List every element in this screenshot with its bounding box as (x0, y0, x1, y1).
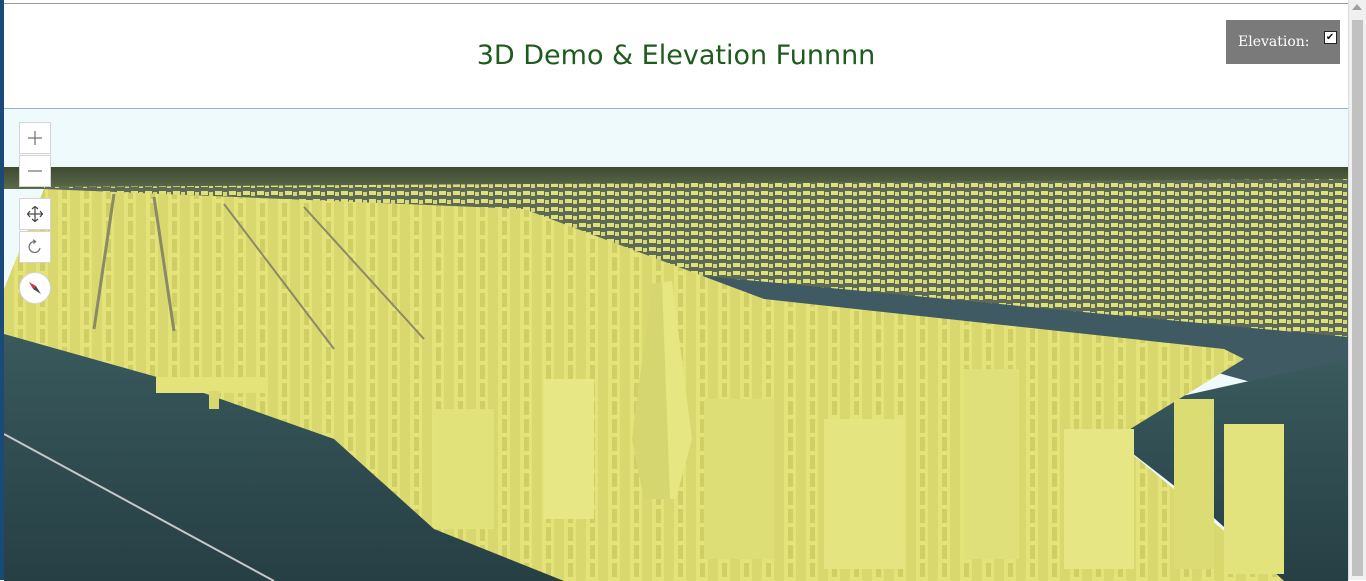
zoom-in-button[interactable] (19, 122, 51, 154)
plus-icon (28, 131, 42, 145)
page-scrollbar[interactable] (1348, 0, 1366, 580)
pan-button[interactable] (19, 198, 51, 230)
city-scene[interactable] (4, 109, 1348, 581)
page-header: 3D Demo & Elevation Funnnn Elevation: ✔ (4, 4, 1348, 108)
rotate-icon (28, 239, 41, 254)
elevation-panel: Elevation: ✔ (1226, 20, 1340, 64)
page-title: 3D Demo & Elevation Funnnn (476, 40, 876, 71)
minus-icon (28, 170, 42, 172)
scroll-up-arrow-icon[interactable] (1352, 4, 1362, 10)
elevation-label: Elevation: (1238, 34, 1310, 50)
elevation-checkbox[interactable]: ✔ (1323, 30, 1337, 44)
compass-icon (29, 282, 41, 294)
rotate-button[interactable] (19, 231, 51, 263)
zoom-out-button[interactable] (19, 155, 51, 187)
map-3d-view[interactable] (4, 108, 1348, 581)
scrollbar-thumb[interactable] (1352, 20, 1363, 576)
move-arrows-icon (27, 206, 43, 222)
compass-button[interactable] (19, 272, 51, 304)
